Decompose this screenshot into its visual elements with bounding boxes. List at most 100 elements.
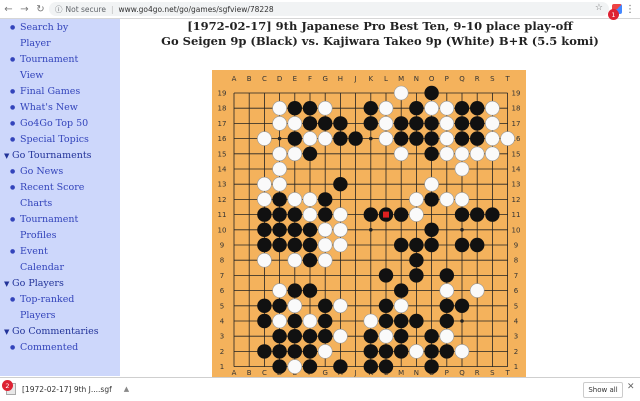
black-stone [302, 146, 318, 161]
sidebar-link[interactable]: Calendar [20, 260, 64, 276]
black-stone [409, 253, 424, 268]
sidebar-section-heading[interactable]: ▼ Go Players [4, 276, 64, 292]
download-item[interactable]: 2 [1972-02-17] 9th J....sgf ▲ [2, 380, 129, 396]
column-label: L [384, 75, 388, 83]
sidebar-link[interactable]: ● Tournament [10, 212, 78, 228]
black-stone [470, 207, 485, 222]
sidebar-link[interactable]: Profiles [20, 228, 57, 244]
show-all-button[interactable]: Show all [583, 382, 623, 398]
white-stone [454, 146, 470, 162]
sidebar-link-label: Calendar [20, 262, 64, 273]
black-stone [363, 116, 378, 131]
info-icon[interactable]: ⓘ [55, 4, 63, 15]
black-stone [454, 237, 470, 253]
bookmark-star-icon[interactable]: ☆ [595, 3, 603, 13]
black-stone [272, 298, 287, 313]
sidebar-link[interactable]: ● Tournament [10, 52, 78, 68]
sidebar-link[interactable]: ● Special Topics [10, 132, 89, 148]
sidebar-link[interactable]: Charts [20, 196, 52, 212]
black-stone [470, 101, 485, 116]
sidebar-link-label: Final Games [20, 86, 81, 97]
white-stone [272, 176, 287, 192]
black-stone [287, 313, 302, 329]
white-stone [257, 131, 272, 146]
black-stone [318, 298, 333, 313]
black-stone [363, 207, 378, 222]
row-label: 11 [218, 211, 227, 219]
black-stone [318, 192, 333, 207]
black-stone [302, 329, 318, 344]
reload-icon[interactable]: ↻ [34, 2, 47, 16]
white-stone [454, 161, 470, 177]
back-icon[interactable]: ← [2, 2, 15, 16]
sidebar-link-label: Search by [20, 22, 69, 33]
chevron-up-icon[interactable]: ▲ [124, 385, 129, 393]
black-stone [287, 131, 302, 146]
sidebar-link-label: Go News [20, 166, 64, 177]
white-stone [257, 176, 272, 192]
black-stone [394, 207, 409, 222]
white-stone [257, 252, 272, 268]
sidebar-section-heading[interactable]: ▼ Go Commentaries [4, 324, 99, 340]
caret-down-icon[interactable]: ▼ [4, 324, 12, 340]
address-bar[interactable]: ⓘ Not secure | www.go4go.net/go/games/sg… [49, 2, 609, 16]
sidebar-link[interactable]: ● Final Games [10, 84, 81, 100]
sidebar-link[interactable]: Players [20, 308, 56, 324]
forward-icon[interactable]: → [18, 2, 31, 16]
caret-down-icon[interactable]: ▼ [4, 276, 12, 292]
sidebar-link[interactable]: ● Top-ranked [10, 292, 74, 308]
column-label: A [232, 369, 237, 377]
url-text[interactable]: www.go4go.net/go/games/sgfview/78228 [119, 5, 274, 14]
white-stone [378, 328, 394, 344]
white-stone [439, 192, 455, 207]
menu-kebab-icon[interactable]: ⋮ [625, 4, 635, 15]
black-stone [257, 298, 272, 313]
black-stone [424, 222, 439, 237]
sidebar-link[interactable]: ● Recent Score [10, 180, 84, 196]
sidebar-link[interactable]: Player [20, 36, 51, 52]
black-stone [257, 207, 272, 222]
row-label: 19 [218, 90, 227, 98]
sidebar-link[interactable]: ● Search by [10, 20, 69, 36]
go-board[interactable]: AABBCCDDEEFFGGHHJJKKLLMMNNOOPPQQRRSSTT19… [212, 70, 526, 380]
black-stone [287, 283, 302, 298]
sidebar-link[interactable]: View [20, 68, 44, 84]
white-stone [439, 283, 455, 298]
black-stone [302, 222, 318, 237]
sidebar-link[interactable]: ● Commented [10, 340, 78, 356]
white-stone [439, 116, 455, 131]
sidebar-link-label: Go4Go Top 50 [20, 118, 89, 129]
black-stone [302, 101, 318, 116]
black-stone [409, 116, 424, 131]
row-label: 12 [218, 196, 227, 204]
sidebar-link[interactable]: ● Go4Go Top 50 [10, 116, 89, 132]
black-stone [378, 344, 394, 359]
black-stone [302, 359, 318, 374]
bullet-icon: ● [10, 168, 16, 175]
white-stone [317, 237, 333, 253]
white-stone [439, 131, 455, 146]
star-point [277, 136, 282, 141]
black-stone [363, 344, 378, 359]
white-stone [287, 146, 303, 162]
black-stone [378, 268, 394, 283]
sidebar-link-label: Go Tournaments [12, 150, 92, 161]
black-stone [454, 116, 470, 131]
row-label: 9 [220, 242, 224, 250]
black-stone [424, 85, 439, 101]
extension-icon[interactable]: 1 [608, 4, 622, 20]
caret-down-icon[interactable]: ▼ [4, 148, 12, 164]
white-stone [393, 146, 409, 162]
sidebar-link[interactable]: ● What's New [10, 100, 78, 116]
sidebar-link[interactable]: ● Event [10, 244, 48, 260]
black-stone [394, 131, 409, 146]
sidebar-section-heading[interactable]: ▼ Go Tournaments [4, 148, 92, 164]
column-label: A [232, 75, 237, 83]
white-stone [272, 146, 287, 162]
close-icon[interactable]: ✕ [627, 382, 635, 392]
white-stone [424, 100, 439, 116]
black-stone [470, 131, 485, 146]
bullet-icon: ● [10, 136, 16, 143]
sidebar-link[interactable]: ● Go News [10, 164, 64, 180]
black-stone [424, 329, 439, 344]
